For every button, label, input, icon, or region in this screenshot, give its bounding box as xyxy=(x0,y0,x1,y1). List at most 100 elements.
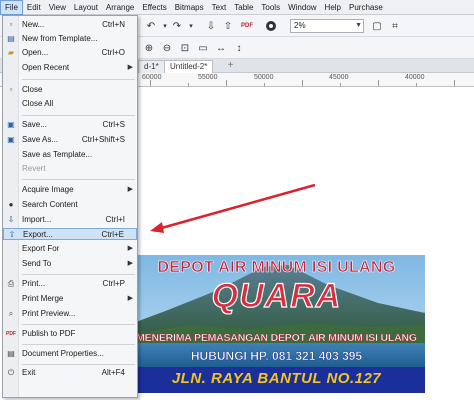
menu-item-label: Save... xyxy=(22,120,47,129)
menu-tools[interactable]: Tools xyxy=(257,0,284,15)
banner-phone: HUBUNGI HP. 081 321 403 395 xyxy=(190,349,363,363)
menu-item-acquire-image[interactable]: Acquire Image ▶ xyxy=(3,184,137,196)
save-icon: ▣ xyxy=(7,120,15,129)
submenu-arrow-icon: ▶ xyxy=(127,64,133,71)
menu-separator xyxy=(22,364,135,365)
menu-bar: File Edit View Layout Arrange Effects Bi… xyxy=(0,0,474,15)
menu-item-new-from-template[interactable]: ▤ New from Template... xyxy=(3,33,137,45)
full-screen-icon[interactable]: ▢ xyxy=(370,19,384,33)
menu-item-export-for[interactable]: Export For ▶ xyxy=(3,243,137,255)
menu-separator xyxy=(22,179,135,180)
menu-view[interactable]: View xyxy=(45,0,70,15)
ruler-tick xyxy=(378,80,379,86)
menu-item-save-as-template[interactable]: Save as Template... xyxy=(3,149,137,161)
corel-connect-icon: ● xyxy=(8,200,14,209)
menu-item-shortcut: Ctrl+P xyxy=(102,279,125,288)
submenu-arrow-icon: ▶ xyxy=(127,295,133,302)
menu-window[interactable]: Window xyxy=(284,0,320,15)
menu-item-label: Document Properties... xyxy=(22,349,104,358)
print-preview-icon: ⌕ xyxy=(8,309,14,318)
banner-brand: QUARA xyxy=(211,276,342,315)
menu-item-shortcut: Ctrl+N xyxy=(102,20,125,29)
menu-item-print[interactable]: ⎙ Print... Ctrl+P xyxy=(3,278,137,290)
zoom-height-icon[interactable]: ↕ xyxy=(232,41,246,55)
menu-item-search-content[interactable]: ● Search Content xyxy=(3,199,137,211)
menu-help[interactable]: Help xyxy=(321,0,345,15)
ruler-tick xyxy=(416,83,417,86)
menu-item-send-to[interactable]: Send To ▶ xyxy=(3,258,137,270)
menu-item-export[interactable]: ⇧ Export... Ctrl+E xyxy=(3,228,137,240)
menu-item-shortcut: Alt+F4 xyxy=(101,368,125,377)
menu-item-label: Publish to PDF xyxy=(22,329,76,338)
menu-layout[interactable]: Layout xyxy=(70,0,102,15)
redo-dropdown-icon[interactable]: ▾ xyxy=(184,19,198,33)
menu-effects[interactable]: Effects xyxy=(138,0,170,15)
menu-item-label: Acquire Image xyxy=(22,185,74,194)
menu-item-exit[interactable]: ⏻ Exit Alt+F4 xyxy=(3,367,137,379)
menu-item-shortcut: Ctrl+Shift+S xyxy=(81,135,125,144)
menu-arrange[interactable]: Arrange xyxy=(102,0,138,15)
menu-table[interactable]: Table xyxy=(230,0,257,15)
menu-item-label: Print Preview... xyxy=(22,309,76,318)
ruler-tick xyxy=(264,83,265,86)
zoom-out-icon[interactable]: ⊖ xyxy=(160,41,174,55)
menu-separator xyxy=(22,79,135,80)
redo-icon[interactable]: ↷ xyxy=(170,19,184,33)
menu-text[interactable]: Text xyxy=(208,0,231,15)
import-icon: ⇩ xyxy=(7,215,15,224)
close-document-icon: ▫ xyxy=(9,85,13,94)
export-icon: ⇧ xyxy=(8,230,16,239)
zoom-page-icon[interactable]: ▭ xyxy=(196,41,210,55)
ruler-tick xyxy=(188,83,189,86)
menu-item-close[interactable]: ▫ Close xyxy=(3,84,137,96)
pdf-icon: PDF xyxy=(6,331,16,337)
zoom-in-icon[interactable]: ⊕ xyxy=(142,41,156,55)
menu-item-import[interactable]: ⇩ Import... Ctrl+I xyxy=(3,214,137,226)
menu-edit[interactable]: Edit xyxy=(23,0,45,15)
menu-item-open[interactable]: ▰ Open... Ctrl+O xyxy=(3,47,137,59)
publish-pdf-icon[interactable]: PDF xyxy=(240,19,254,33)
exit-icon: ⏻ xyxy=(7,368,15,377)
menu-item-open-recent[interactable]: Open Recent ▶ xyxy=(3,62,137,74)
tab-untitled-2[interactable]: Untitled-2* xyxy=(164,60,214,73)
menu-purchase[interactable]: Purchase xyxy=(345,0,387,15)
menu-item-revert: Revert xyxy=(3,163,137,175)
menu-item-document-properties[interactable]: ▤ Document Properties... xyxy=(3,348,137,360)
add-tab-icon[interactable]: + xyxy=(224,60,237,72)
menu-item-save[interactable]: ▣ Save... Ctrl+S xyxy=(3,119,137,131)
chevron-down-icon: ▼ xyxy=(355,22,362,29)
template-icon: ▤ xyxy=(7,34,15,43)
menu-item-new[interactable]: ▫ New... Ctrl+N xyxy=(3,19,137,31)
corel-connect-icon[interactable] xyxy=(264,19,278,33)
export-icon[interactable]: ⇧ xyxy=(221,19,235,33)
menu-separator xyxy=(22,324,135,325)
import-icon[interactable]: ⇩ xyxy=(204,19,218,33)
submenu-arrow-icon: ▶ xyxy=(127,245,133,252)
menu-item-publish-to-pdf[interactable]: PDF Publish to PDF xyxy=(3,328,137,340)
menu-file[interactable]: File xyxy=(0,0,23,15)
menu-item-close-all[interactable]: Close All xyxy=(3,98,137,110)
submenu-arrow-icon: ▶ xyxy=(127,260,133,267)
menu-item-shortcut: Ctrl+S xyxy=(102,120,125,129)
menu-item-shortcut: Ctrl+E xyxy=(101,230,124,239)
tab-document-1[interactable]: d-1* xyxy=(138,60,165,73)
menu-item-label: Close xyxy=(22,85,43,94)
menu-item-shortcut: Ctrl+I xyxy=(105,215,125,224)
undo-icon[interactable]: ↶ xyxy=(144,19,158,33)
menu-bitmaps[interactable]: Bitmaps xyxy=(171,0,208,15)
ruler-label: 55000 xyxy=(198,74,218,81)
zoom-level-select[interactable]: 2% ▼ xyxy=(290,19,364,33)
folder-open-icon: ▰ xyxy=(7,48,15,57)
ruler-tick xyxy=(150,80,151,86)
menu-item-print-merge[interactable]: Print Merge ▶ xyxy=(3,293,137,305)
ruler-tick xyxy=(226,80,227,86)
zoom-width-icon[interactable]: ↔ xyxy=(214,41,228,55)
zoom-selected-icon[interactable]: ⊡ xyxy=(178,41,192,55)
banner-artwork[interactable]: DEPOT AIR MINUM ISI ULANG QUARA MENERIMA… xyxy=(128,255,425,393)
menu-item-save-as[interactable]: ▣ Save As... Ctrl+Shift+S xyxy=(3,134,137,146)
snap-to-icon[interactable]: ⌗ xyxy=(388,19,402,33)
menu-item-print-preview[interactable]: ⌕ Print Preview... xyxy=(3,308,137,320)
zoom-level-value: 2% xyxy=(294,21,306,30)
menu-item-label: Open Recent xyxy=(22,63,70,72)
menu-item-label: New from Template... xyxy=(22,34,98,43)
